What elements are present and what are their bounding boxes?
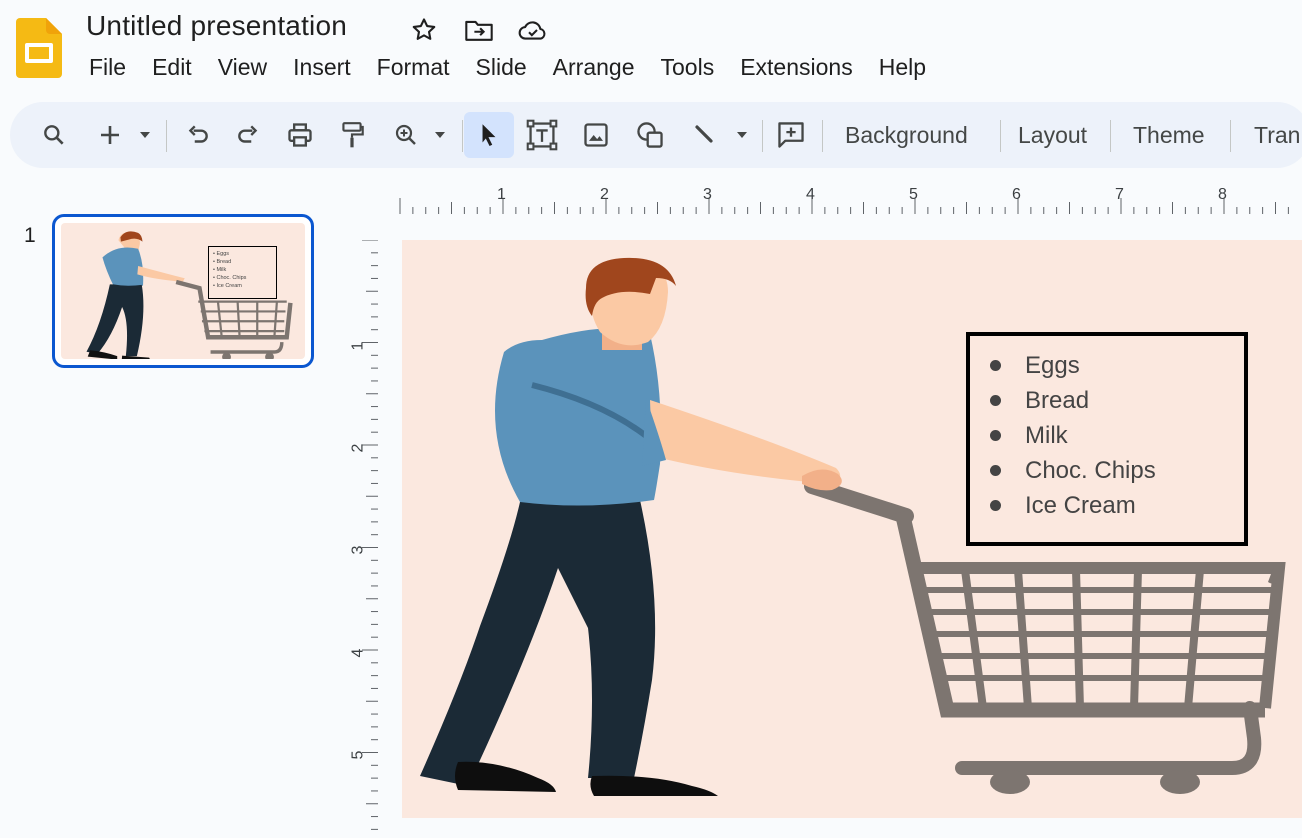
thumbnail-preview: Eggs Bread Milk Choc. Chips Ice Cream (61, 223, 305, 359)
transition-button[interactable]: Tran (1254, 112, 1300, 158)
thumbnail-list-item: Choc. Chips (213, 274, 272, 282)
menu-help[interactable]: Help (866, 52, 939, 83)
move-to-folder-icon[interactable] (463, 14, 495, 46)
ruler-label: 8 (1218, 186, 1227, 203)
menu-arrange[interactable]: Arrange (540, 52, 648, 83)
star-icon[interactable] (408, 14, 440, 46)
ruler-label: 3 (349, 545, 367, 555)
menu-format[interactable]: Format (364, 52, 463, 83)
bullet-icon (990, 395, 1001, 406)
thumbnail-list-item: Bread (213, 258, 272, 266)
select-icon[interactable] (464, 112, 514, 158)
thumbnail-list-item: Eggs (213, 250, 272, 258)
thumbnail-shopping-list: Eggs Bread Milk Choc. Chips Ice Cream (208, 246, 277, 299)
slide-number: 1 (24, 224, 36, 247)
ruler-label: 3 (703, 186, 712, 203)
list-item: Choc. Chips (990, 453, 1244, 488)
list-item: Bread (990, 383, 1244, 418)
ruler-label: 4 (349, 648, 367, 658)
print-icon[interactable] (280, 112, 320, 158)
vertical-ruler[interactable]: 1 2 3 4 5 (349, 239, 378, 838)
ruler-label: 1 (349, 341, 367, 351)
ruler-label: 2 (349, 443, 367, 453)
cloud-saved-icon[interactable] (517, 14, 549, 46)
document-title[interactable]: Untitled presentation (86, 10, 347, 42)
menu-file[interactable]: File (76, 52, 139, 83)
list-item-text: Milk (1025, 421, 1068, 449)
zoom-button[interactable] (390, 112, 454, 158)
bullet-icon (990, 430, 1001, 441)
new-slide-button[interactable] (92, 112, 156, 158)
list-item-text: Choc. Chips (1025, 456, 1156, 484)
background-button[interactable]: Background (845, 112, 968, 158)
menu-insert[interactable]: Insert (280, 52, 364, 83)
ruler-label: 5 (349, 750, 367, 760)
list-item: Milk (990, 418, 1244, 453)
shopping-list-textbox[interactable]: Eggs Bread Milk Choc. Chips Ice Cream (966, 332, 1248, 546)
toolbar: Background Layout Theme Tran (10, 102, 1302, 168)
shape-icon[interactable] (630, 112, 670, 158)
image-icon[interactable] (576, 112, 616, 158)
search-icon[interactable] (32, 112, 76, 158)
list-item-text: Ice Cream (1025, 491, 1136, 519)
undo-icon[interactable] (178, 112, 218, 158)
list-item-text: Bread (1025, 386, 1090, 414)
slide-thumbnail[interactable]: Eggs Bread Milk Choc. Chips Ice Cream (52, 214, 314, 368)
theme-button[interactable]: Theme (1133, 112, 1205, 158)
line-button[interactable] (686, 112, 754, 158)
bullet-icon (990, 465, 1001, 476)
list-item: Eggs (990, 348, 1244, 383)
ruler-label: 2 (600, 186, 609, 203)
ruler-label: 5 (909, 186, 918, 203)
horizontal-ruler[interactable]: 1 2 3 4 5 6 7 8 (378, 186, 1302, 214)
thumbnail-list-item: Ice Cream (213, 282, 272, 290)
menu-edit[interactable]: Edit (139, 52, 205, 83)
list-item-text: Eggs (1025, 351, 1080, 379)
slides-logo-icon[interactable] (16, 18, 62, 78)
text-box-icon[interactable] (522, 112, 562, 158)
bullet-icon (990, 360, 1001, 371)
ruler-label: 4 (806, 186, 815, 203)
menu-tools[interactable]: Tools (648, 52, 728, 83)
slide[interactable]: Eggs Bread Milk Choc. Chips Ice Cream (402, 240, 1302, 818)
layout-button[interactable]: Layout (1018, 112, 1087, 158)
menu-view[interactable]: View (205, 52, 280, 83)
redo-icon[interactable] (228, 112, 268, 158)
menu-extensions[interactable]: Extensions (727, 52, 866, 83)
ruler-label: 1 (497, 186, 506, 203)
list-item: Ice Cream (990, 488, 1244, 523)
menu-bar: File Edit View Insert Format Slide Arran… (76, 52, 939, 83)
comment-icon[interactable] (770, 112, 812, 158)
ruler-label: 6 (1012, 186, 1021, 203)
menu-slide[interactable]: Slide (463, 52, 540, 83)
thumbnail-list-item: Milk (213, 266, 272, 274)
bullet-icon (990, 500, 1001, 511)
paint-format-icon[interactable] (332, 112, 372, 158)
ruler-label: 7 (1115, 186, 1124, 203)
